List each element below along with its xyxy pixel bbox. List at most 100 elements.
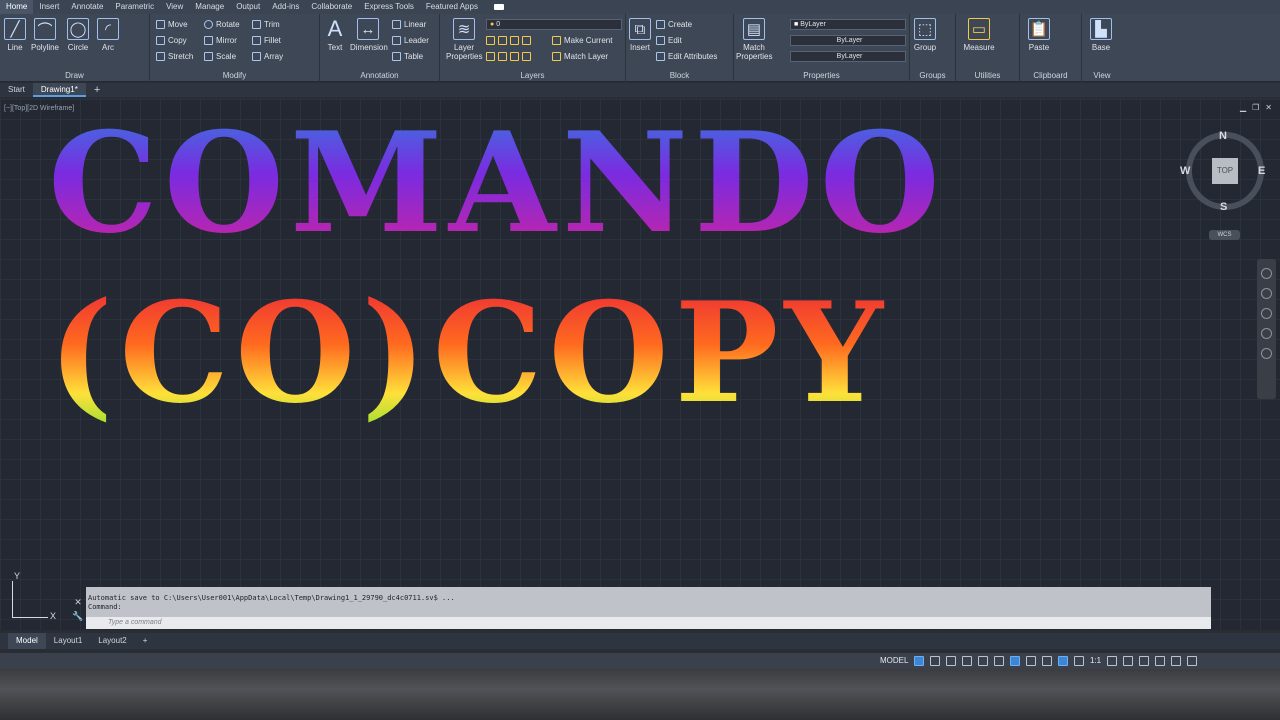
model-space-toggle[interactable]: MODEL [880,656,908,665]
close-icon[interactable]: ✕ [1265,103,1272,112]
tab-output[interactable]: Output [230,0,266,14]
fillet-tool[interactable]: Fillet [252,36,281,45]
orbit-icon[interactable] [1261,328,1272,339]
panel-title-utilities[interactable]: Utilities [956,71,1019,80]
linear-dim-tool[interactable]: Linear [392,20,426,29]
group-tool[interactable]: ⬚ Group [912,18,938,52]
customization-icon[interactable] [1187,656,1198,666]
panel-title-groups[interactable]: Groups [910,71,955,80]
customize-icon[interactable]: 🔧 [71,609,85,623]
panel-title-block[interactable]: Block [626,71,733,80]
workspace-gear-icon[interactable] [1107,656,1118,666]
measure-tool[interactable]: ▭ Measure [962,18,996,52]
tab-collaborate[interactable]: Collaborate [305,0,358,14]
restore-icon[interactable]: ❐ [1252,103,1259,112]
lineweight-icon[interactable] [1010,656,1020,666]
polyline-tool[interactable]: ⌒ Polyline [30,18,60,52]
stretch-tool[interactable]: Stretch [156,52,193,61]
leader-tool[interactable]: Leader [392,36,429,45]
copy-tool[interactable]: Copy [156,36,187,45]
otrack-icon[interactable] [994,656,1004,666]
line-tool[interactable]: ╱ Line [4,18,26,52]
transparency-icon[interactable] [1026,656,1036,666]
tab-annotate[interactable]: Annotate [65,0,109,14]
osnap-icon[interactable] [978,656,988,666]
panel-title-annotation[interactable]: Annotation [320,71,439,80]
file-tab-drawing1[interactable]: Drawing1* [32,83,86,97]
auto-scale-icon[interactable] [1074,656,1084,666]
selection-cycling-icon[interactable] [1042,656,1052,666]
snap-icon[interactable] [930,656,940,666]
layout-tab-layout1[interactable]: Layout1 [46,633,90,649]
scale-tool[interactable]: Scale [204,52,236,61]
match-properties-tool[interactable]: ▤ Match Properties [736,18,772,61]
command-input[interactable]: Type a command [86,617,1211,629]
clean-screen-icon[interactable] [1171,656,1182,666]
compass-east[interactable]: E [1258,165,1265,177]
panel-title-draw[interactable]: Draw [0,71,149,80]
rotate-tool[interactable]: Rotate [204,20,240,29]
panel-title-layers[interactable]: Layers [440,71,625,80]
tab-add-ins[interactable]: Add-ins [266,0,305,14]
layer-tools-row[interactable] [486,36,531,45]
drawing-text-comando[interactable]: COMANDO [48,101,946,264]
tab-home[interactable]: Home [0,0,34,14]
isolate-objects-icon[interactable] [1139,656,1150,666]
steering-wheel-icon[interactable] [1261,268,1272,279]
viewcube-top-face[interactable]: TOP [1212,158,1238,184]
layer-tools-row-2[interactable] [486,52,531,61]
grid-icon[interactable] [914,656,924,666]
compass-west[interactable]: W [1180,165,1190,177]
annotation-monitor-icon[interactable] [1123,656,1134,666]
mirror-tool[interactable]: Mirror [204,36,237,45]
tab-featured-apps[interactable]: Featured Apps [420,0,484,14]
array-tool[interactable]: Array [252,52,283,61]
panel-title-modify[interactable]: Modify [150,71,319,80]
paste-tool[interactable]: 📋 Paste [1026,18,1052,52]
layout-tab-layout2[interactable]: Layout2 [90,633,134,649]
circle-tool[interactable]: ◯ Circle [66,18,90,52]
lineweight-dropdown[interactable]: ByLayer [790,51,906,62]
compass-south[interactable]: S [1220,201,1227,213]
tab-view[interactable]: View [160,0,189,14]
base-view-tool[interactable]: ▙ Base [1088,18,1114,52]
graphics-performance-icon[interactable] [1155,656,1166,666]
add-layout-button[interactable]: + [135,633,156,649]
tab-parametric[interactable]: Parametric [109,0,160,14]
tab-express-tools[interactable]: Express Tools [358,0,420,14]
panel-title-properties[interactable]: Properties [734,71,909,80]
linetype-dropdown[interactable]: ByLayer [790,35,906,46]
panel-title-clipboard[interactable]: Clipboard [1020,71,1081,80]
color-dropdown[interactable]: ■ ByLayer [790,19,906,30]
table-tool[interactable]: Table [392,52,423,61]
drawing-text-co-copy[interactable]: (CO)COPY [48,271,889,434]
pan-icon[interactable] [1261,288,1272,299]
zoom-icon[interactable] [1261,308,1272,319]
match-layer-tool[interactable]: Match Layer [552,52,608,61]
viewcube[interactable]: TOP N S E W [1180,130,1265,213]
showmotion-icon[interactable] [1261,348,1272,359]
close-command-line-icon[interactable]: ✕ [71,595,85,609]
ribbon-options-icon[interactable] [493,4,504,10]
wcs-menu[interactable]: WCS [1209,230,1240,240]
compass-north[interactable]: N [1219,130,1227,142]
drawing-canvas[interactable]: [−][Top][2D Wireframe] ▁ ❐ ✕ COMANDO (CO… [0,99,1280,630]
layer-dropdown[interactable]: ● 0 [486,19,622,30]
tab-insert[interactable]: Insert [33,0,65,14]
new-tab-button[interactable]: + [86,83,108,97]
edit-attributes-tool[interactable]: Edit Attributes [656,52,717,61]
edit-block-tool[interactable]: Edit [656,36,682,45]
annotation-scale[interactable]: 1:1 [1090,656,1101,666]
layout-tab-model[interactable]: Model [8,633,46,649]
panel-title-view[interactable]: View [1082,71,1122,80]
text-tool[interactable]: A Text [324,16,346,52]
layer-properties-tool[interactable]: ≋ Layer Properties [446,18,482,61]
create-block-tool[interactable]: Create [656,20,692,29]
annotation-visibility-icon[interactable] [1058,656,1068,666]
dimension-tool[interactable]: ↔ Dimension [350,18,388,52]
insert-block-tool[interactable]: ⧉ Insert [628,18,652,52]
move-tool[interactable]: Move [156,20,188,29]
file-tab-start[interactable]: Start [0,83,33,97]
make-current-tool[interactable]: Make Current [552,36,612,45]
polar-icon[interactable] [962,656,972,666]
